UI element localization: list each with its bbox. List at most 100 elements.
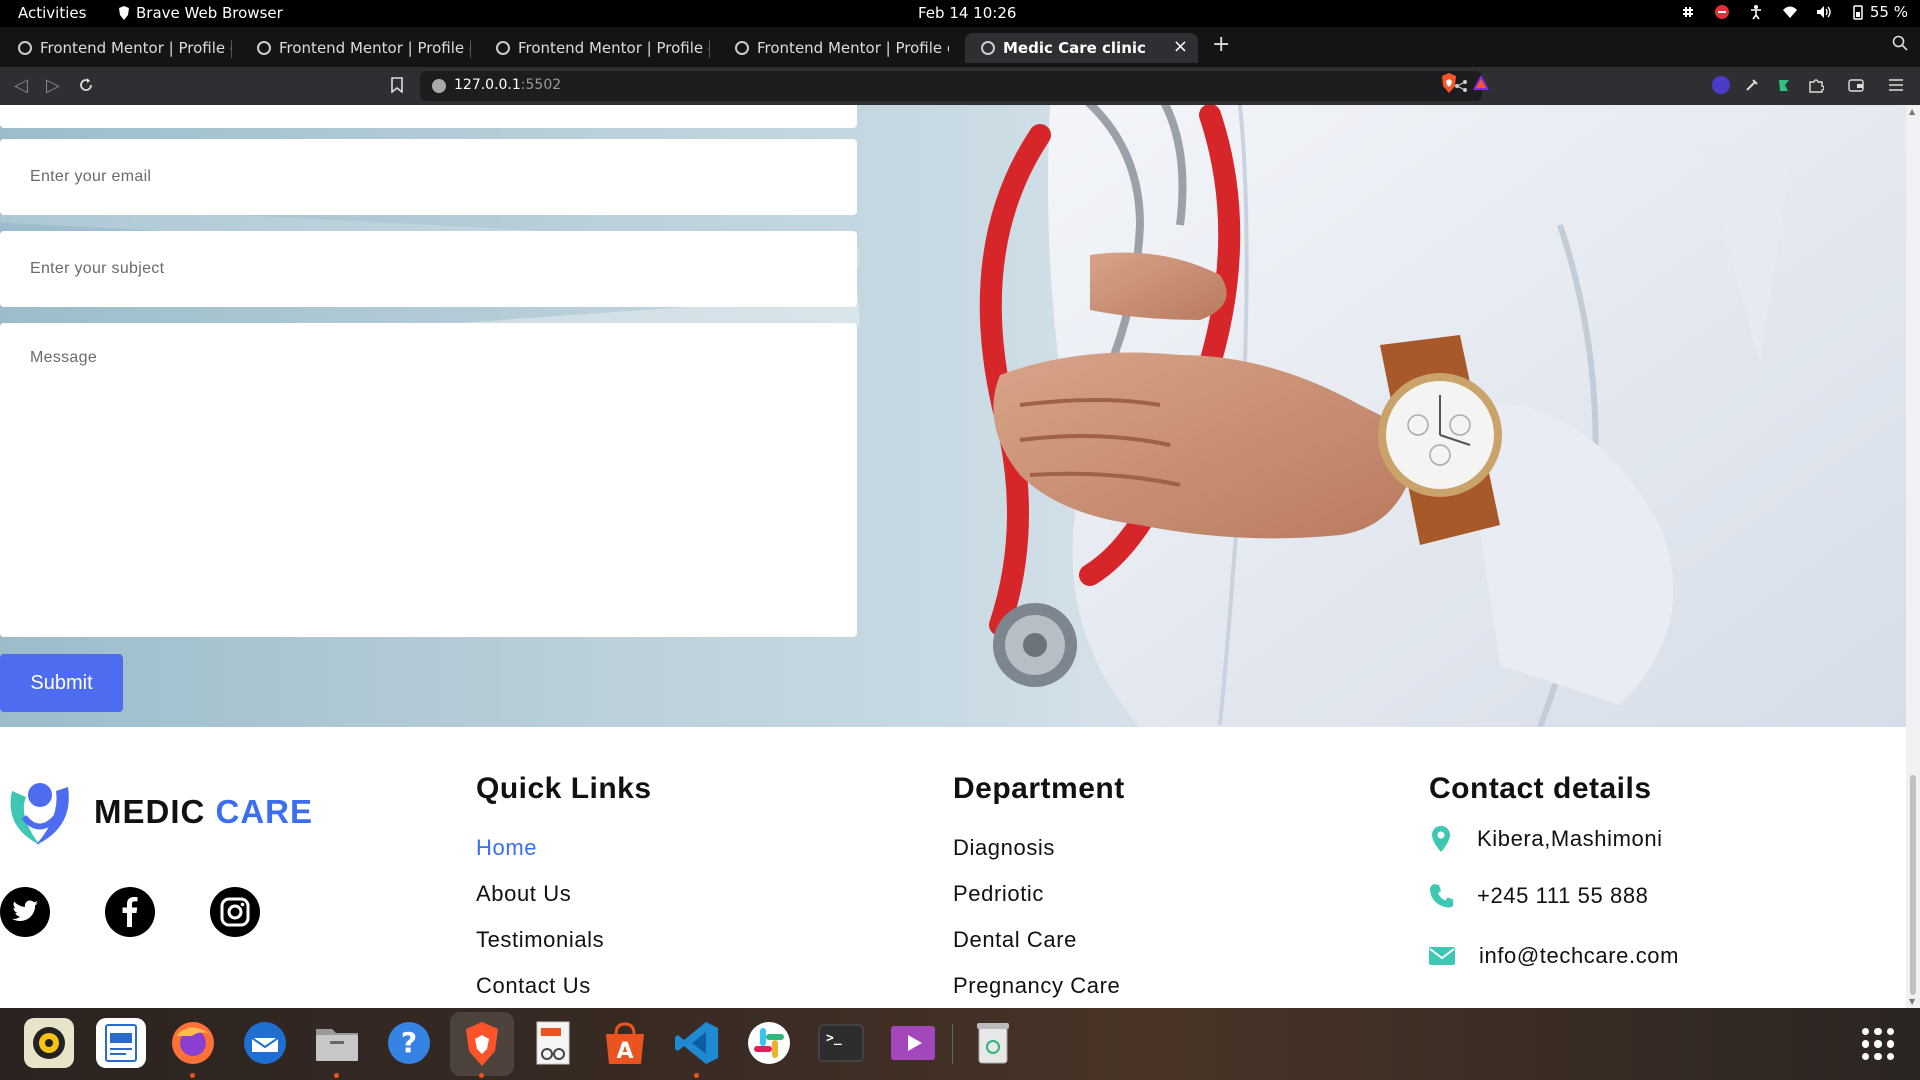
footer-link-home[interactable]: Home bbox=[476, 835, 537, 861]
running-indicator bbox=[694, 1073, 699, 1078]
close-tab-icon[interactable]: × bbox=[1173, 36, 1188, 57]
footer-link-about[interactable]: About Us bbox=[476, 881, 571, 907]
globe-icon bbox=[496, 41, 510, 55]
scroll-down-icon[interactable]: ▼ bbox=[1909, 997, 1915, 1006]
app-menu[interactable]: Brave Web Browser bbox=[118, 4, 283, 22]
thunderbird-icon[interactable] bbox=[240, 1018, 290, 1068]
submit-button[interactable]: Submit bbox=[0, 654, 123, 712]
facebook-icon bbox=[122, 897, 138, 927]
contact-phone: +245 111 55 888 bbox=[1429, 883, 1649, 909]
slack-icon[interactable] bbox=[744, 1018, 794, 1068]
brand-logo[interactable]: MEDIC CARE bbox=[0, 777, 313, 847]
battery-icon bbox=[1850, 4, 1866, 20]
forward-button[interactable]: ▷ bbox=[46, 75, 60, 96]
contact-location: Kibera,Mashimoni bbox=[1429, 825, 1663, 853]
location-pin-icon bbox=[1432, 826, 1450, 852]
tab-strip: Frontend Mentor | Profile ca Frontend Me… bbox=[0, 27, 1920, 67]
new-tab-button[interactable]: + bbox=[1212, 32, 1230, 57]
running-indicator bbox=[190, 1073, 195, 1078]
quick-links-title: Quick Links bbox=[476, 772, 652, 805]
tab-frontend-mentor-4[interactable]: Frontend Mentor | Profile ca bbox=[719, 33, 949, 63]
scrollbar-thumb[interactable] bbox=[1910, 775, 1916, 995]
rhythmbox-icon[interactable] bbox=[24, 1018, 74, 1068]
wallet-icon[interactable] bbox=[1848, 77, 1864, 93]
department-link-pregnancy[interactable]: Pregnancy Care bbox=[953, 973, 1120, 999]
brave-rewards-icon[interactable] bbox=[1472, 73, 1490, 93]
twitter-link[interactable] bbox=[0, 887, 50, 937]
vscode-icon[interactable] bbox=[672, 1018, 722, 1068]
system-tray[interactable]: 55 % bbox=[1680, 3, 1908, 21]
software-store-icon[interactable]: A bbox=[600, 1018, 650, 1068]
globe-icon bbox=[981, 41, 995, 55]
tab-frontend-mentor-3[interactable]: Frontend Mentor | Profile ca bbox=[480, 33, 710, 63]
tab-separator bbox=[231, 40, 232, 58]
menu-icon[interactable] bbox=[1888, 78, 1904, 92]
globe-icon bbox=[18, 41, 32, 55]
contact-section: Enter your email Enter your subject Mess… bbox=[0, 105, 1906, 727]
wifi-icon[interactable] bbox=[1782, 4, 1798, 20]
twitter-icon bbox=[12, 900, 38, 922]
site-info-icon[interactable] bbox=[432, 79, 446, 93]
extensions-puzzle-icon[interactable] bbox=[1808, 77, 1824, 93]
firefox-icon[interactable] bbox=[168, 1018, 218, 1068]
tab-search-icon[interactable] bbox=[1892, 35, 1908, 51]
brave-shields-icon[interactable] bbox=[1440, 73, 1458, 93]
email-text[interactable]: info@techcare.com bbox=[1479, 943, 1679, 969]
activities-button[interactable]: Activities bbox=[18, 4, 86, 22]
contact-details-title: Contact details bbox=[1429, 772, 1652, 805]
eyedropper-icon[interactable] bbox=[1744, 77, 1760, 93]
subject-field[interactable]: Enter your subject bbox=[0, 231, 857, 307]
tab-title: Frontend Mentor | Profile ca bbox=[757, 39, 949, 57]
tab-medic-care[interactable]: Medic Care clinic × bbox=[965, 33, 1198, 63]
video-player-icon[interactable] bbox=[888, 1018, 938, 1068]
site-footer: MEDIC CARE Quick Links Home About Us Tes… bbox=[0, 727, 1906, 1008]
document-viewer-icon[interactable] bbox=[528, 1018, 578, 1068]
slack-tray-icon[interactable] bbox=[1680, 4, 1696, 20]
help-icon[interactable]: ? bbox=[384, 1018, 434, 1068]
location-text: Kibera,Mashimoni bbox=[1477, 826, 1663, 851]
instagram-link[interactable] bbox=[210, 887, 260, 937]
show-applications-icon[interactable] bbox=[1862, 1028, 1894, 1060]
message-field[interactable]: Message bbox=[0, 323, 857, 637]
writer-icon[interactable] bbox=[96, 1018, 146, 1068]
tab-title: Frontend Mentor | Profile ca bbox=[279, 39, 471, 57]
back-button[interactable]: ◁ bbox=[14, 75, 28, 96]
extension-green-icon[interactable] bbox=[1776, 77, 1792, 93]
footer-link-testimonials[interactable]: Testimonials bbox=[476, 927, 604, 953]
svg-text:>_: >_ bbox=[826, 1031, 842, 1046]
department-link-dental[interactable]: Dental Care bbox=[953, 927, 1077, 953]
tab-frontend-mentor-2[interactable]: Frontend Mentor | Profile ca bbox=[241, 33, 471, 63]
running-indicator bbox=[479, 1073, 484, 1078]
email-field[interactable]: Enter your email bbox=[0, 139, 857, 215]
app-name: Brave Web Browser bbox=[136, 4, 283, 22]
facebook-link[interactable] bbox=[105, 887, 155, 937]
department-link-pediatric[interactable]: Pedriotic bbox=[953, 881, 1044, 907]
scroll-up-icon[interactable]: ▲ bbox=[1909, 107, 1915, 116]
footer-link-contact[interactable]: Contact Us bbox=[476, 973, 591, 999]
svg-text:?: ? bbox=[401, 1026, 417, 1059]
tab-frontend-mentor-1[interactable]: Frontend Mentor | Profile ca bbox=[2, 33, 232, 63]
do-not-disturb-icon[interactable] bbox=[1714, 4, 1730, 20]
accessibility-icon[interactable] bbox=[1748, 4, 1764, 20]
department-link-diagnosis[interactable]: Diagnosis bbox=[953, 835, 1055, 861]
files-icon[interactable] bbox=[312, 1018, 362, 1068]
tab-separator bbox=[709, 40, 710, 58]
tab-title: Medic Care clinic bbox=[1003, 39, 1146, 57]
tab-title: Frontend Mentor | Profile ca bbox=[518, 39, 710, 57]
system-top-bar: Activities Brave Web Browser Feb 14 10:2… bbox=[0, 0, 1920, 27]
phone-text[interactable]: +245 111 55 888 bbox=[1477, 883, 1649, 909]
clock[interactable]: Feb 14 10:26 bbox=[918, 4, 1016, 22]
url-text: 127.0.0.1:5502 bbox=[454, 77, 562, 93]
page-scrollbar[interactable]: ▲ ▼ bbox=[1906, 105, 1920, 1008]
reload-icon[interactable] bbox=[78, 77, 94, 93]
volume-icon[interactable] bbox=[1816, 4, 1832, 20]
address-bar[interactable]: 127.0.0.1:5502 bbox=[420, 71, 1482, 101]
terminal-icon[interactable]: >_ bbox=[816, 1018, 866, 1068]
brave-dock-icon[interactable] bbox=[450, 1012, 514, 1076]
page-viewport: Enter your email Enter your subject Mess… bbox=[0, 105, 1920, 1008]
bookmark-icon[interactable] bbox=[390, 77, 404, 93]
extension-badge-icon[interactable] bbox=[1712, 76, 1730, 94]
name-field[interactable] bbox=[0, 105, 857, 128]
battery-indicator[interactable]: 55 % bbox=[1850, 3, 1908, 21]
trash-icon[interactable] bbox=[968, 1018, 1018, 1068]
